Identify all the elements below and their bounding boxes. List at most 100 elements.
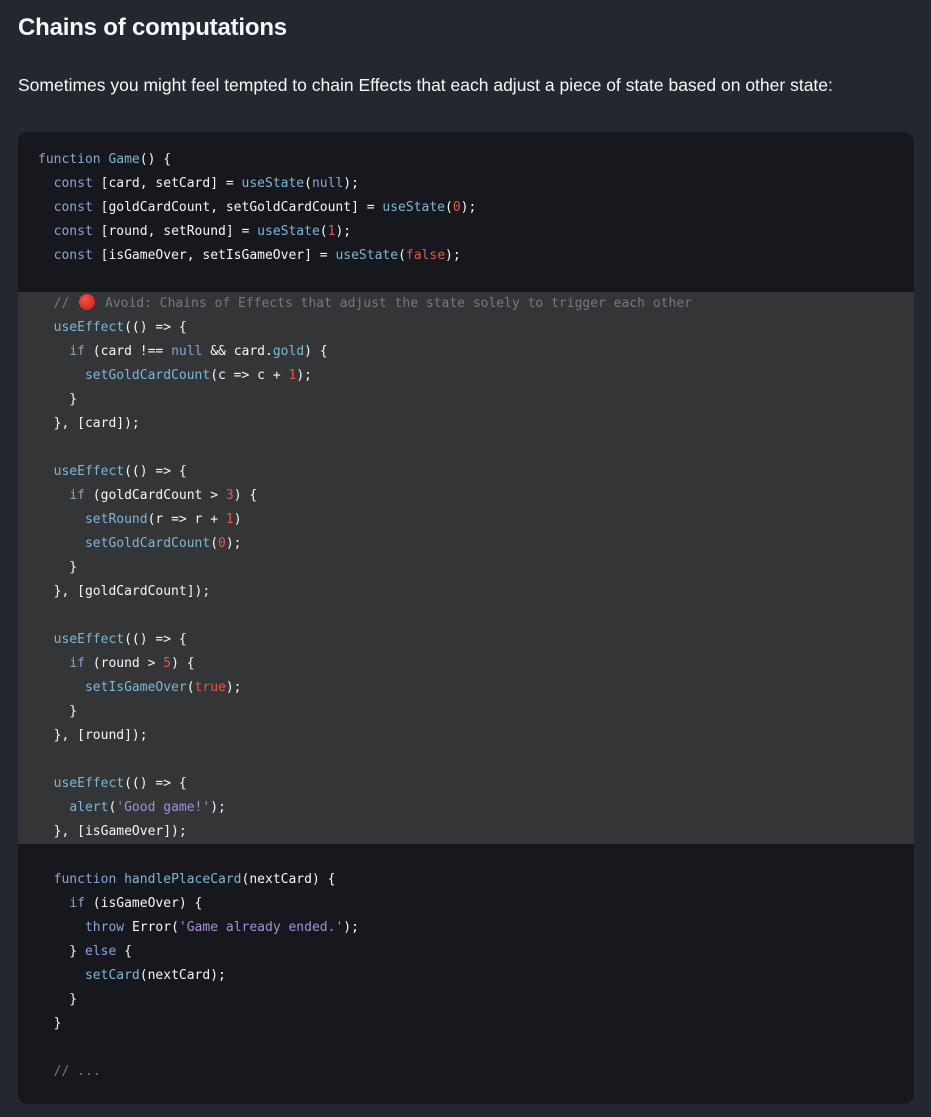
code-token: if xyxy=(69,896,93,911)
code-token: ( xyxy=(398,248,406,263)
code-token: useEffect xyxy=(53,464,125,479)
code-token: handlePlaceCard xyxy=(124,872,242,887)
code-token: (nextCard); xyxy=(139,968,226,983)
highlighted-code-line: // Avoid: Chains of Effects that adjust … xyxy=(18,292,914,316)
code-token: const xyxy=(53,248,101,263)
code-token: setIsGameOver xyxy=(84,680,187,695)
code-token: ); xyxy=(225,680,242,695)
highlighted-code-line xyxy=(18,748,914,772)
code-token: setRound xyxy=(84,512,148,527)
highlighted-code-line: } xyxy=(18,700,914,724)
code-token: (round > xyxy=(92,656,164,671)
code-token: ) xyxy=(233,512,242,527)
highlighted-code-line: if (card !== null && card.gold) { xyxy=(18,340,914,364)
code-token: (() => { xyxy=(124,776,187,791)
code-token: (() => { xyxy=(124,632,187,647)
code-token: 0 xyxy=(452,200,461,215)
highlighted-code-line: useEffect(() => { xyxy=(18,316,914,340)
code-token: ( xyxy=(445,200,453,215)
code-token: useEffect xyxy=(53,776,125,791)
code-token: useState xyxy=(257,224,320,239)
code-token: useEffect xyxy=(53,632,125,647)
code-token: Game xyxy=(108,152,140,167)
code-token: (nextCard) { xyxy=(241,872,336,887)
code-token: ( xyxy=(210,536,219,551)
code-token: } xyxy=(38,392,78,407)
code-token: ( xyxy=(186,680,195,695)
code-token: [card, setCard] = xyxy=(100,176,242,191)
code-token: ); xyxy=(460,200,477,215)
code-token: setCard xyxy=(84,968,140,983)
code-token: useState xyxy=(335,248,399,263)
code-token: false xyxy=(405,248,446,263)
code-token: ); xyxy=(343,176,359,191)
code-token: ); xyxy=(296,368,312,383)
code-token: { xyxy=(124,944,132,959)
section-heading: Chains of computations xyxy=(18,14,287,41)
highlighted-code-line xyxy=(18,436,914,460)
code-token: useEffect xyxy=(53,320,125,335)
code-token: (card !== xyxy=(92,344,172,359)
highlighted-code-line: } xyxy=(18,556,914,580)
highlighted-code-line: }, [isGameOver]); xyxy=(18,820,914,844)
code-token: const xyxy=(53,176,101,191)
highlighted-code-line: }, [card]); xyxy=(18,412,914,436)
code-token: [isGameOver, setIsGameOver] = xyxy=(100,248,336,263)
code-token: Error( xyxy=(131,920,179,935)
highlighted-code-line: setGoldCardCount(0); xyxy=(18,532,914,556)
code-token: 0 xyxy=(218,536,226,551)
highlighted-code-line: setRound(r => r + 1) xyxy=(18,508,914,532)
code-token: function xyxy=(38,152,109,167)
highlighted-code-line: useEffect(() => { xyxy=(18,628,914,652)
code-token: 5 xyxy=(163,656,172,671)
code-token: useState xyxy=(382,200,446,215)
code-token: if xyxy=(69,656,93,671)
code-token: [round, setRound] = xyxy=(100,224,258,239)
code-token: if xyxy=(69,344,93,359)
code-token: true xyxy=(194,680,226,695)
code-token: }, [card]); xyxy=(38,416,140,431)
code-line: setCard(nextCard); xyxy=(18,964,914,988)
code-line: const [goldCardCount, setGoldCardCount] … xyxy=(18,196,914,220)
code-token: ); xyxy=(335,224,352,239)
highlighted-code-line: setIsGameOver(true); xyxy=(18,676,914,700)
code-token: (c => c + xyxy=(210,368,289,383)
highlighted-code-line xyxy=(18,604,914,628)
code-line: } xyxy=(18,988,914,1012)
code-token: } xyxy=(38,560,78,575)
code-token: (r => r + xyxy=(147,512,226,527)
code-line: const [round, setRound] = useState(1); xyxy=(18,220,914,244)
highlighted-code-line: useEffect(() => { xyxy=(18,460,914,484)
code-token: 'Good game!' xyxy=(116,800,211,815)
highlighted-code-line: }, [goldCardCount]); xyxy=(18,580,914,604)
code-line: // ... xyxy=(18,1060,914,1084)
code-token: ) { xyxy=(233,488,258,503)
code-line: } else { xyxy=(18,940,914,964)
code-token: ); xyxy=(225,536,242,551)
red-circle-icon xyxy=(79,294,96,310)
code-token: (() => { xyxy=(124,320,187,335)
code-token: else xyxy=(84,944,125,959)
code-block[interactable]: function Game() { const [card, setCard] … xyxy=(18,132,914,1104)
code-token: } xyxy=(38,944,85,959)
code-token: ( xyxy=(304,176,312,191)
code-token: alert xyxy=(69,800,109,815)
code-token: }, [round]); xyxy=(38,728,148,743)
code-token: if xyxy=(69,488,93,503)
